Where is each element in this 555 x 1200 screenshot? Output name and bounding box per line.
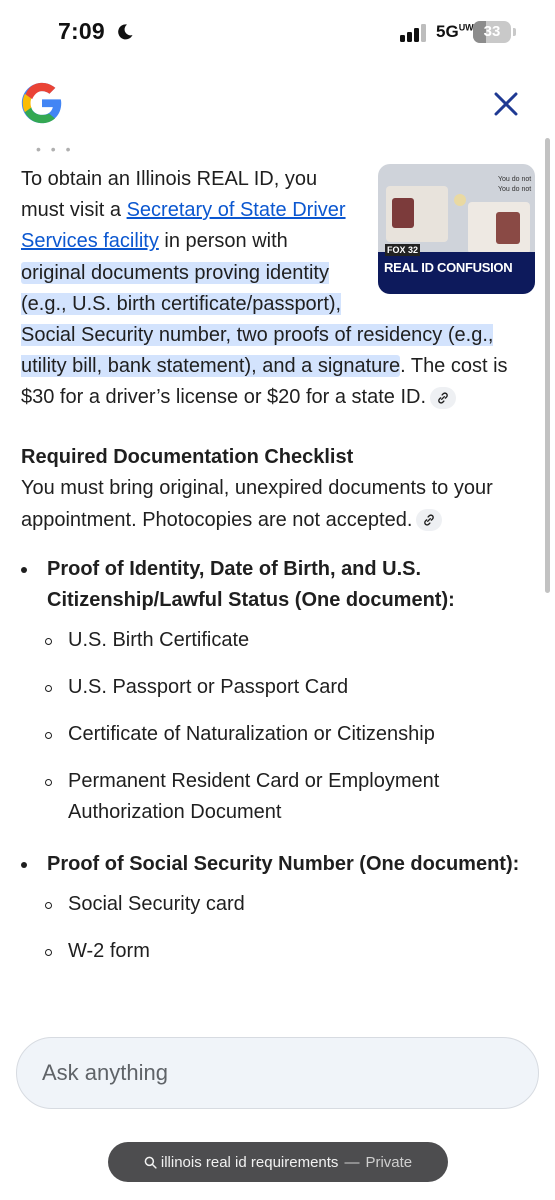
section-heading: Proof of Social Security Number (One doc…: [47, 853, 520, 875]
id-card-photo: [496, 212, 520, 244]
news-logo: FOX 32: [385, 244, 421, 256]
sub-item-text: Permanent Resident Card or Employment Au…: [68, 770, 440, 823]
sub-item-text: W-2 form: [68, 940, 150, 962]
checklist-title: Required Documentation Checklist: [21, 446, 354, 468]
scrollbar[interactable]: [545, 138, 550, 593]
bullet-circle: [45, 638, 52, 645]
search-icon: [144, 1156, 157, 1169]
source-link-chip[interactable]: [430, 387, 457, 410]
thumbnail-caption: REAL ID CONFUSION: [384, 260, 513, 275]
battery-percent: 33: [483, 23, 501, 40]
sub-list-item: W-2 form: [21, 936, 531, 967]
bullet-circle: [45, 685, 52, 692]
sub-list-item: U.S. Birth Certificate: [21, 625, 531, 656]
sub-list-item: U.S. Passport or Passport Card: [21, 672, 531, 703]
thumbnail-notice-2: You do not: [498, 186, 532, 193]
battery-icon: 33: [473, 21, 511, 43]
source-link-chip[interactable]: [416, 509, 443, 532]
sub-list-item: Social Security card: [21, 889, 531, 920]
status-time: 7:09: [58, 18, 105, 44]
pill-separator: —: [344, 1153, 360, 1171]
google-g-icon[interactable]: [20, 81, 64, 125]
checklist-description: You must bring original, unexpired docum…: [21, 473, 531, 536]
query-pill[interactable]: illinois real id requirements — Private: [108, 1142, 448, 1182]
bullet-circle: [45, 732, 52, 739]
private-mode-label: Private: [365, 1153, 413, 1171]
link-icon: [438, 392, 448, 404]
list-item-identity: Proof of Identity, Date of Birth, and U.…: [21, 554, 531, 616]
star-seal-icon: [454, 194, 466, 206]
close-icon[interactable]: [488, 86, 524, 122]
sub-item-text: Certificate of Naturalization or Citizen…: [68, 723, 435, 745]
bullet-circle: [45, 949, 52, 956]
sub-item-text: U.S. Passport or Passport Card: [68, 676, 349, 698]
signal-icon: [400, 24, 426, 42]
truncated-indicator: • • •: [36, 141, 74, 157]
moon-icon: [118, 24, 133, 40]
sub-item-text: U.S. Birth Certificate: [68, 629, 250, 651]
battery-tip: [513, 28, 516, 36]
intro-block: To obtain an Illinois REAL ID, you must …: [21, 164, 535, 442]
bullet-dot: [21, 862, 27, 868]
ask-input[interactable]: Ask anything: [16, 1037, 539, 1109]
intro-text-2: in person with: [158, 230, 288, 253]
sub-list-item: Certificate of Naturalization or Citizen…: [21, 719, 531, 750]
sub-item-text: Social Security card: [68, 893, 245, 915]
sub-list: Social Security card W-2 form: [21, 889, 531, 967]
list-item-ssn: Proof of Social Security Number (One doc…: [21, 849, 531, 880]
bullet-dot: [21, 567, 27, 573]
requirements-list: Proof of Identity, Date of Birth, and U.…: [21, 554, 531, 967]
query-text: illinois real id requirements: [160, 1153, 339, 1171]
id-card-photo: [392, 198, 414, 228]
network-label: 5GUW: [436, 22, 474, 41]
bullet-circle: [45, 779, 52, 786]
video-thumbnail[interactable]: You do not You do not FOX 32 REAL ID CON…: [378, 164, 535, 294]
sub-list-item: Permanent Resident Card or Employment Au…: [21, 766, 531, 828]
thumbnail-notice-1: You do not: [498, 176, 532, 183]
section-heading: Proof of Identity, Date of Birth, and U.…: [47, 558, 455, 611]
status-bar: 7:09 5GUW 33: [0, 0, 555, 66]
bullet-circle: [45, 902, 52, 909]
link-icon: [424, 514, 435, 526]
sub-list: U.S. Birth Certificate U.S. Passport or …: [21, 625, 531, 828]
answer-content: To obtain an Illinois REAL ID, you must …: [21, 164, 535, 988]
ask-placeholder: Ask anything: [42, 1060, 168, 1085]
